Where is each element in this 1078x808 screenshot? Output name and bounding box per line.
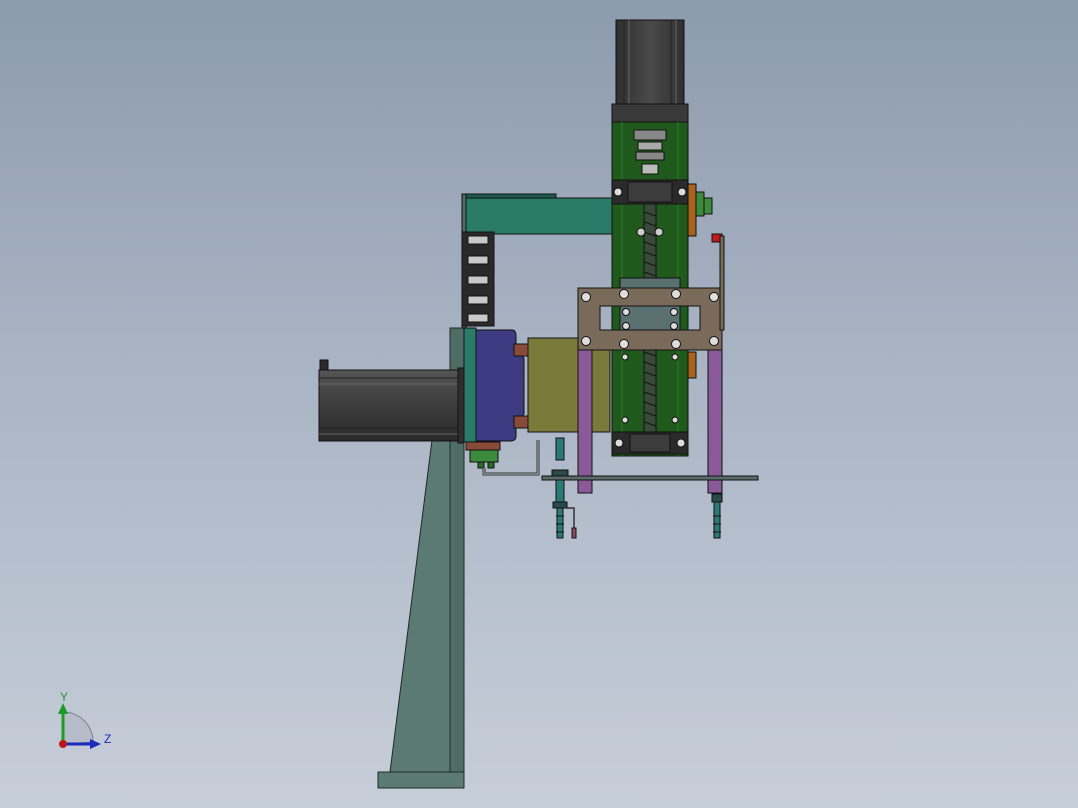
- terminal-block: [465, 441, 501, 469]
- gear-reducer: [475, 329, 529, 442]
- small-probe: [566, 507, 577, 539]
- z-axis-head: [90, 739, 101, 749]
- upper-bearing-block: [611, 179, 689, 205]
- mounting-flange: [463, 327, 477, 443]
- lower-bearing-block: [611, 431, 689, 455]
- z-axis-label: Z: [104, 732, 111, 746]
- suction-nozzle-right: [711, 493, 723, 539]
- coordinate-triad: Y Z: [58, 690, 111, 749]
- bottom-rail: [541, 475, 759, 481]
- y-axis-head: [58, 703, 68, 714]
- triad-arc: [62, 711, 94, 745]
- suction-nozzle-left: [551, 437, 569, 539]
- x-axis-dot: [59, 740, 67, 748]
- horizontal-servo-motor: [318, 359, 465, 444]
- coupling-block: [527, 337, 611, 433]
- y-axis-label: Y: [60, 690, 68, 704]
- cable-chain: [461, 231, 495, 327]
- vertical-servo-motor: [611, 19, 689, 123]
- cad-viewport[interactable]: Y Z: [0, 0, 1078, 808]
